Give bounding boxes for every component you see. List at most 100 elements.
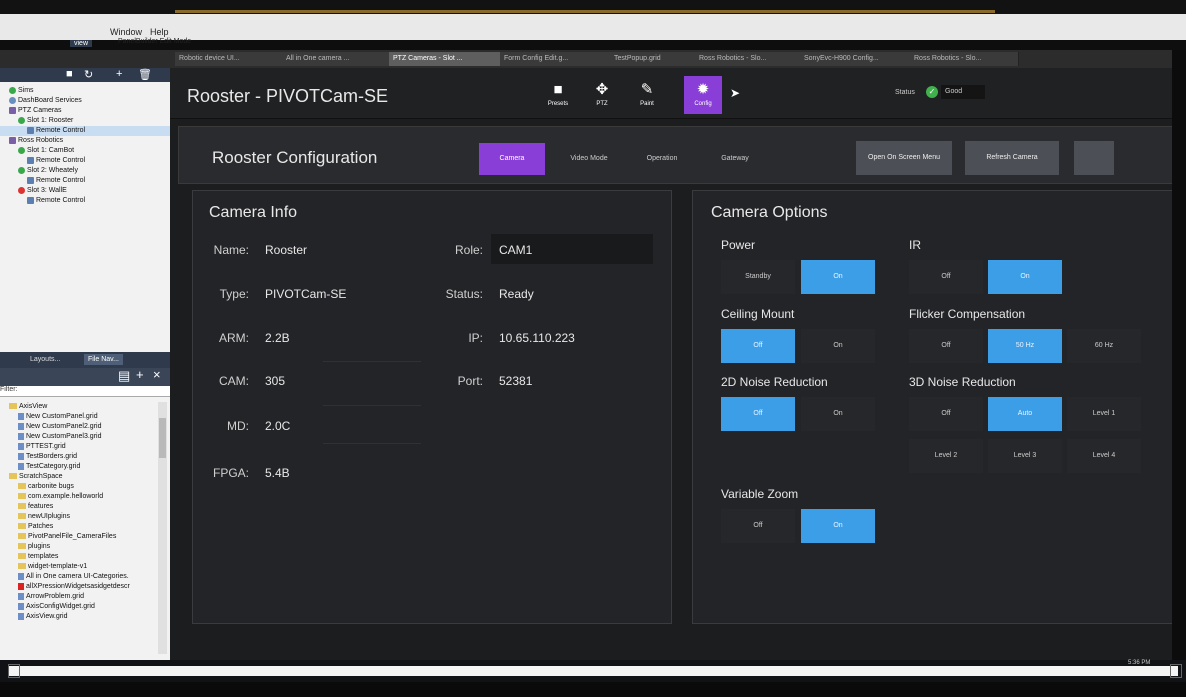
- folder-icon: [18, 523, 26, 530]
- tree-item[interactable]: PTZ Cameras: [0, 106, 170, 116]
- tree-item[interactable]: Remote Control: [0, 126, 170, 136]
- noise2d-on-button[interactable]: On: [801, 397, 875, 431]
- taskbar-start-icon[interactable]: [8, 664, 20, 678]
- tab-operation[interactable]: Operation: [631, 143, 693, 175]
- file-item[interactable]: plugins: [0, 542, 158, 552]
- folder-icon: [18, 553, 26, 560]
- file-icon: [18, 602, 24, 610]
- delete-icon[interactable]: 🗑: [138, 68, 152, 81]
- filter-field[interactable]: Filter:: [0, 386, 170, 397]
- nav-ptz[interactable]: ✥ PTZ: [583, 76, 621, 114]
- tree-item[interactable]: Slot 2: Wheately: [0, 166, 170, 176]
- tree-item[interactable]: Remote Control: [0, 156, 170, 166]
- tree-item[interactable]: Slot 1: CamBot: [0, 146, 170, 156]
- tab-gateway[interactable]: Gateway: [704, 143, 766, 175]
- file-item[interactable]: allXPressionWidgetsasidgetdescr: [0, 582, 158, 592]
- flicker-off-button[interactable]: Off: [909, 329, 983, 363]
- file-item[interactable]: newUIplugins: [0, 512, 158, 522]
- nav-config[interactable]: ✹ Config: [684, 76, 722, 114]
- file-item[interactable]: ScratchSpace: [0, 472, 158, 482]
- noise3d-level1-button[interactable]: Level 1: [1067, 397, 1141, 431]
- power-standby-button[interactable]: Standby: [721, 260, 795, 294]
- file-item[interactable]: AxisConfigWidget.grid: [0, 602, 158, 612]
- file-item[interactable]: TestBorders.grid: [0, 452, 158, 462]
- tree-item[interactable]: Remote Control: [0, 176, 170, 186]
- menu-item-window[interactable]: Window: [110, 27, 142, 37]
- file-item[interactable]: features: [0, 502, 158, 512]
- ceiling-on-button[interactable]: On: [801, 329, 875, 363]
- open-osd-button[interactable]: Open On Screen Menu: [856, 141, 952, 175]
- file-item[interactable]: widget-template-v1: [0, 562, 158, 572]
- file-item[interactable]: templates: [0, 552, 158, 562]
- add-icon[interactable]: +: [116, 68, 122, 80]
- flicker-50hz-button[interactable]: 50 Hz: [988, 329, 1062, 363]
- tab-test-popup[interactable]: TestPopup.grid: [610, 52, 699, 66]
- taskbar-clock: 5:36 PM: [1128, 660, 1151, 666]
- file-item[interactable]: PTTEST.grid: [0, 442, 158, 452]
- nav-presets[interactable]: ■ Presets: [539, 76, 577, 114]
- ir-on-button[interactable]: On: [988, 260, 1062, 294]
- ir-off-button[interactable]: Off: [909, 260, 983, 294]
- tab-layouts[interactable]: Layouts...: [30, 356, 60, 363]
- tree-item[interactable]: DashBoard Services: [0, 96, 170, 106]
- list-icon[interactable]: ▤: [118, 368, 130, 384]
- file-item[interactable]: AxisView.grid: [0, 612, 158, 622]
- zoom-on-button[interactable]: On: [801, 509, 875, 543]
- ceiling-off-button[interactable]: Off: [721, 329, 795, 363]
- file-item[interactable]: com.example.helloworld: [0, 492, 158, 502]
- tab-file-navigator[interactable]: File Nav...: [84, 354, 123, 365]
- file-item[interactable]: Patches: [0, 522, 158, 532]
- noise3d-auto-button[interactable]: Auto: [988, 397, 1062, 431]
- tree-item[interactable]: Remote Control: [0, 196, 170, 206]
- config-title: Rooster Configuration: [212, 148, 378, 167]
- tab-sony-config[interactable]: SonyEvc-H900 Config...: [800, 52, 914, 66]
- file-item[interactable]: AxisView: [0, 402, 158, 412]
- lower-panel-tabs: Layouts... File Nav...: [0, 352, 170, 368]
- tab-ross-robotics-2[interactable]: Ross Robotics - Slo...: [910, 52, 1019, 66]
- add-file-icon[interactable]: +: [136, 367, 144, 382]
- tab-robotic-device[interactable]: Robotic device UI...: [175, 52, 284, 66]
- view-tab[interactable]: view: [70, 40, 93, 47]
- noise3d-level3-button[interactable]: Level 3: [988, 439, 1062, 473]
- tab-all-in-one[interactable]: All in One camera ...: [282, 52, 391, 66]
- edit-mode-label[interactable]: PanelBuilder Edit Mode: [118, 38, 191, 45]
- noise3d-off-button[interactable]: Off: [909, 397, 983, 431]
- extra-action-button[interactable]: [1074, 141, 1114, 175]
- tab-camera[interactable]: Camera: [479, 143, 545, 175]
- file-item[interactable]: All in One camera UI-Categories.: [0, 572, 158, 582]
- noise3d-level2-button[interactable]: Level 2: [909, 439, 983, 473]
- tree-item[interactable]: Ross Robotics: [0, 136, 170, 146]
- noise2d-off-button[interactable]: Off: [721, 397, 795, 431]
- zoom-off-button[interactable]: Off: [721, 509, 795, 543]
- file-item[interactable]: New CustomPanel.grid: [0, 412, 158, 422]
- separator: [323, 361, 421, 362]
- tab-ross-robotics[interactable]: Ross Robotics - Slo...: [695, 52, 804, 66]
- refresh-camera-button[interactable]: Refresh Camera: [965, 141, 1059, 175]
- nav-paint[interactable]: ✎ Paint: [628, 76, 666, 114]
- file-item[interactable]: TestCategory.grid: [0, 462, 158, 472]
- close-icon[interactable]: ×: [153, 367, 161, 382]
- home-icon[interactable]: ■: [66, 68, 73, 80]
- tab-video-mode[interactable]: Video Mode: [556, 143, 622, 175]
- show-desktop-icon[interactable]: [1170, 664, 1182, 678]
- flicker-60hz-button[interactable]: 60 Hz: [1067, 329, 1141, 363]
- menu-item-help[interactable]: Help: [150, 27, 169, 37]
- noise3d-level4-button[interactable]: Level 4: [1067, 439, 1141, 473]
- scroll-thumb[interactable]: [159, 418, 166, 458]
- tree-item[interactable]: Slot 1: Rooster: [0, 116, 170, 126]
- refresh-icon[interactable]: ↻: [84, 68, 93, 81]
- type-value: PIVOTCam-SE: [265, 287, 347, 301]
- tree-item-label: Sims: [18, 87, 34, 94]
- file-item[interactable]: New CustomPanel2.grid: [0, 422, 158, 432]
- nav-paint-label: Paint: [640, 101, 654, 107]
- file-item[interactable]: ArrowProblem.grid: [0, 592, 158, 602]
- tab-form-config[interactable]: Form Config Edit.g...: [500, 52, 614, 66]
- file-item[interactable]: carbonite bugs: [0, 482, 158, 492]
- tab-ptz-cameras[interactable]: PTZ Cameras - Slot ...: [389, 52, 503, 66]
- tree-item[interactable]: Sims: [0, 86, 170, 96]
- role-value: CAM1: [499, 243, 533, 257]
- file-item[interactable]: PivotPanelFile_CameraFiles: [0, 532, 158, 542]
- file-item[interactable]: New CustomPanel3.grid: [0, 432, 158, 442]
- tree-item[interactable]: Slot 3: WallE: [0, 186, 170, 196]
- power-on-button[interactable]: On: [801, 260, 875, 294]
